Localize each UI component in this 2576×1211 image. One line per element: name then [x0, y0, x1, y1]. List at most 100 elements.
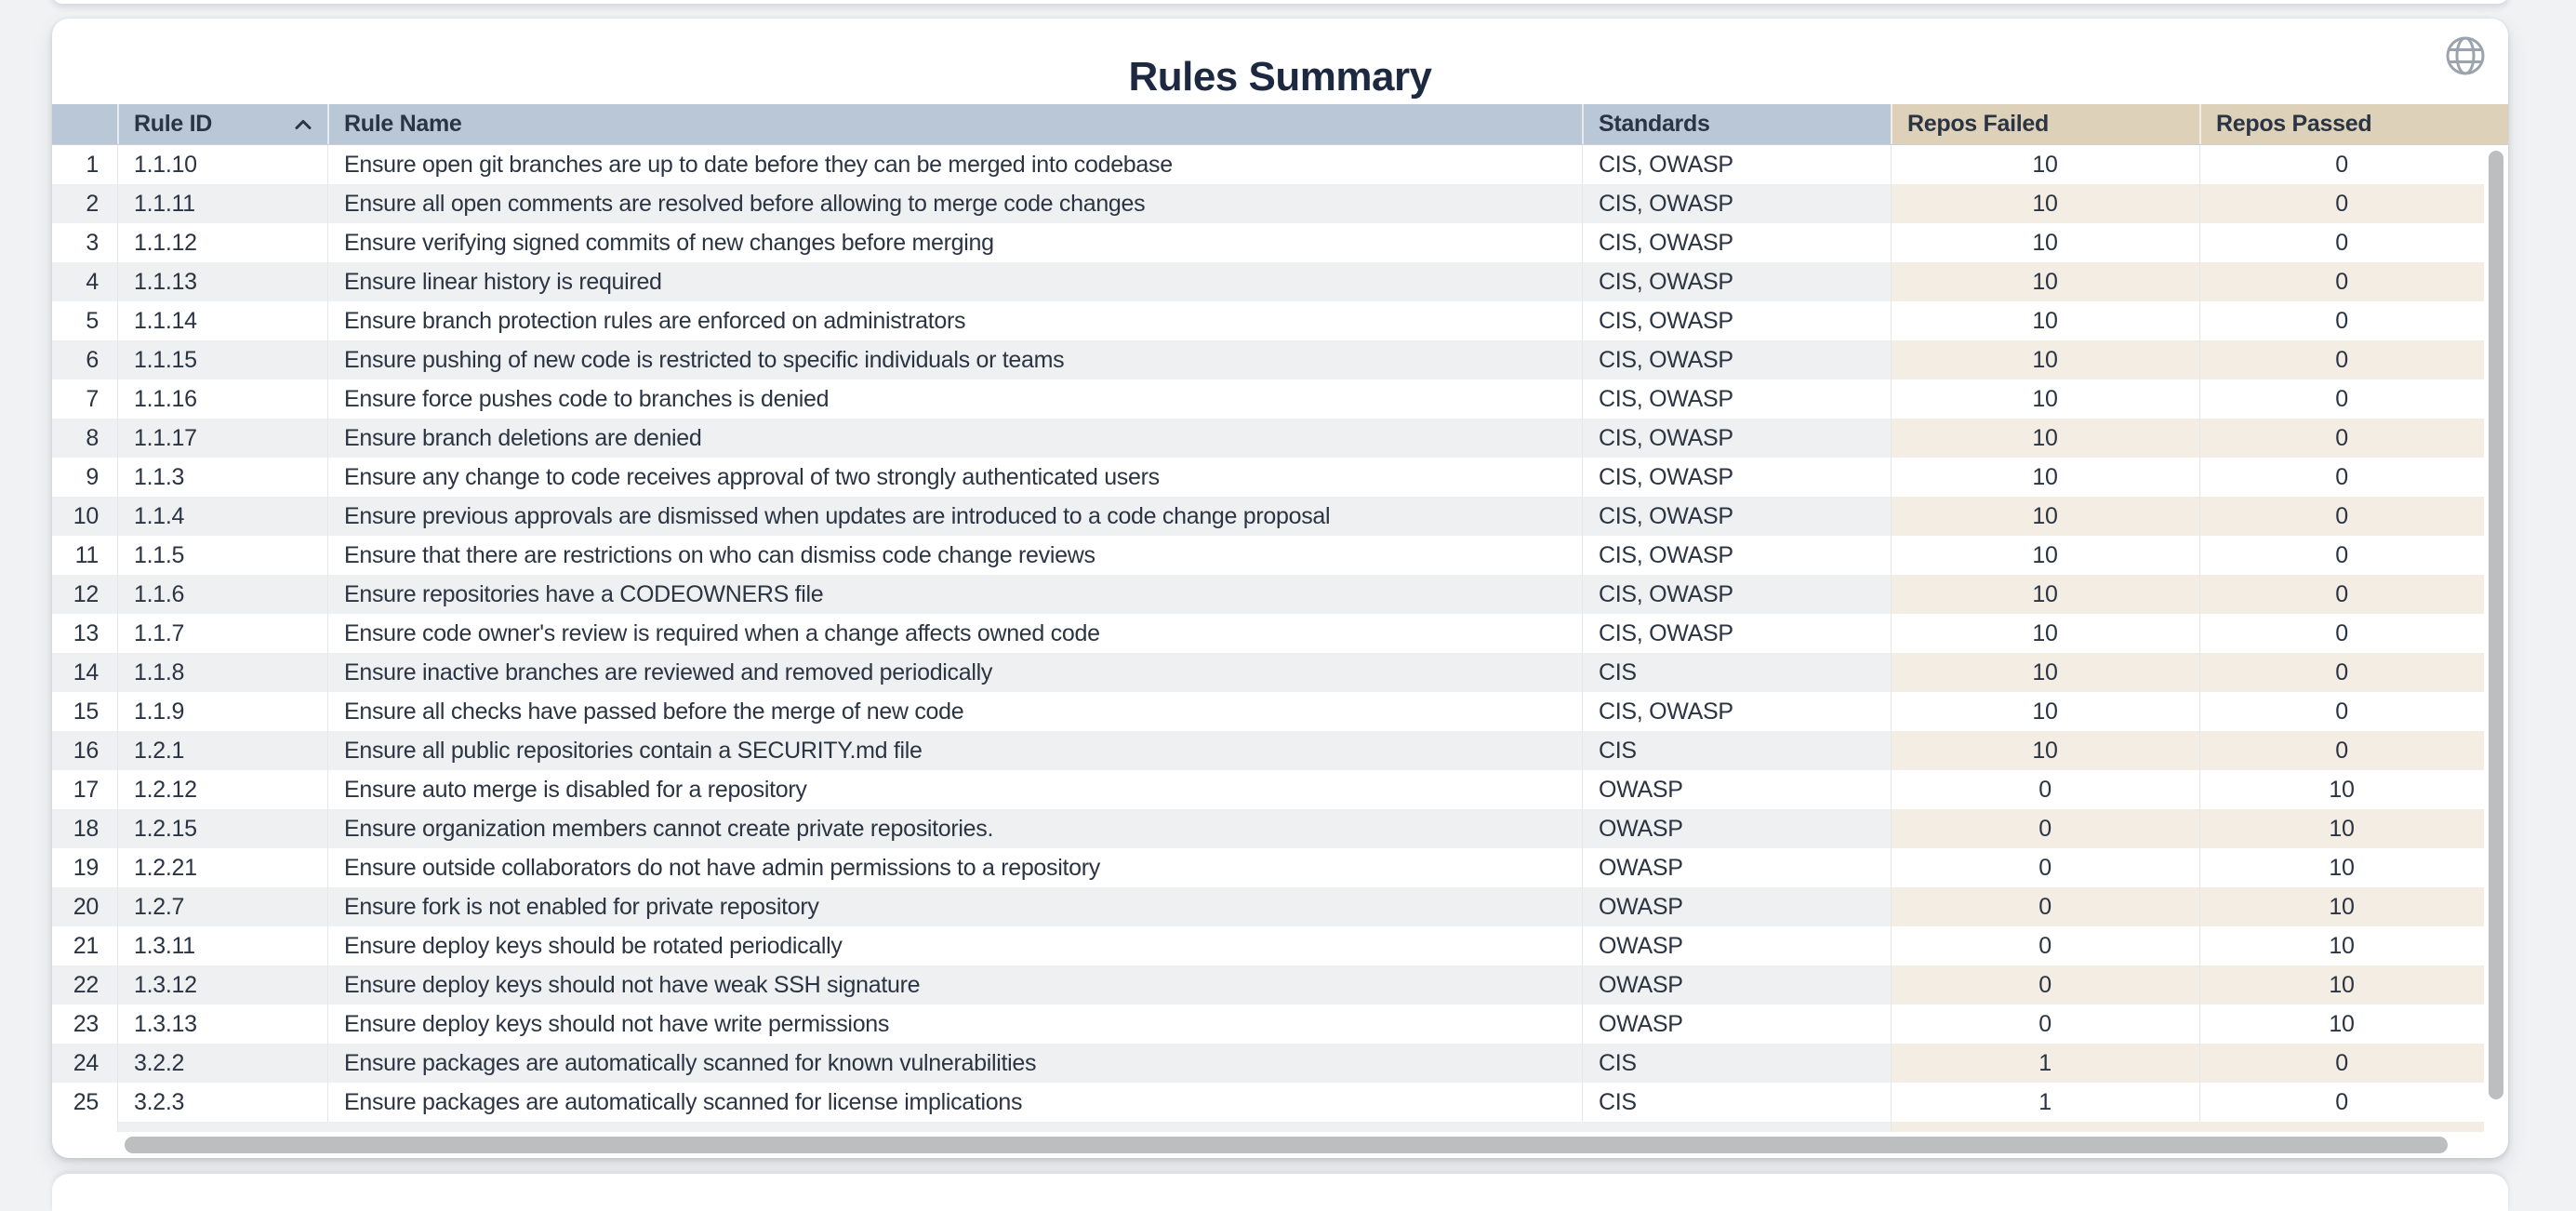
- cell-standards: CIS, OWASP: [1582, 301, 1891, 340]
- cell-repos_failed: 0: [1891, 770, 2199, 809]
- cell-repos_passed: 0: [2199, 575, 2484, 614]
- column-header-rule_name[interactable]: Rule Name: [327, 104, 1582, 145]
- cell-index: 18: [52, 809, 117, 848]
- cell-standards: OWASP: [1582, 848, 1891, 887]
- cell-repos_passed: 0: [2199, 458, 2484, 497]
- cell-rule_name: Ensure verifying signed commits of new c…: [327, 223, 1582, 262]
- cell-repos_passed: 0: [2199, 301, 2484, 340]
- table-row: 221.3.12Ensure deploy keys should not ha…: [52, 965, 2484, 1005]
- cell-repos_passed: 10: [2199, 770, 2484, 809]
- cell-standards: CIS, OWASP: [1582, 536, 1891, 575]
- cell-index: 7: [52, 379, 117, 419]
- cell-repos_failed: 10: [1891, 731, 2199, 770]
- column-header-standards[interactable]: Standards: [1582, 104, 1891, 145]
- table-row: 71.1.16Ensure force pushes code to branc…: [52, 379, 2484, 419]
- cell-repos_passed: 0: [2199, 653, 2484, 692]
- cell-repos_failed: 10: [1891, 262, 2199, 301]
- cell-repos_failed: 0: [1891, 809, 2199, 848]
- cell-rule_name: Ensure deploy keys should not have write…: [327, 1005, 1582, 1044]
- cell-rule_name: Ensure any change to code receives appro…: [327, 458, 1582, 497]
- cell-index: 25: [52, 1083, 117, 1122]
- cell-rule_name: Ensure inactive branches are reviewed an…: [327, 653, 1582, 692]
- table-row: 31.1.12Ensure verifying signed commits o…: [52, 223, 2484, 262]
- cell-repos_failed: 1: [1891, 1083, 2199, 1122]
- next-card-edge: [52, 1174, 2508, 1211]
- cell-standards: CIS: [1582, 731, 1891, 770]
- cell-standards: OWASP: [1582, 887, 1891, 926]
- cell-index: 12: [52, 575, 117, 614]
- cell-index: 5: [52, 301, 117, 340]
- cell-standards: OWASP: [1582, 926, 1891, 965]
- cell-repos_passed: 10: [2199, 1005, 2484, 1044]
- table-row: 243.2.2Ensure packages are automatically…: [52, 1044, 2484, 1083]
- column-header-repos_failed[interactable]: Repos Failed: [1891, 104, 2199, 145]
- table-row: 91.1.3Ensure any change to code receives…: [52, 458, 2484, 497]
- cell-standards: CIS: [1582, 1083, 1891, 1122]
- column-header-repos_passed[interactable]: Repos Passed: [2199, 104, 2508, 145]
- horizontal-scrollbar-thumb[interactable]: [125, 1137, 2448, 1153]
- cell-repos_passed: 0: [2199, 379, 2484, 419]
- cell-rule_id: 3.2.3: [117, 1083, 327, 1122]
- cell-rule_id: 1.2.21: [117, 848, 327, 887]
- cell-rule_name: Ensure code owner's review is required w…: [327, 614, 1582, 653]
- cell-rule_name: Ensure fork is not enabled for private r…: [327, 887, 1582, 926]
- cell-repos_passed: 10: [2199, 926, 2484, 965]
- cell-repos_passed: 10: [2199, 887, 2484, 926]
- cell-rule_id: 1.1.9: [117, 692, 327, 731]
- cell-repos_passed: 0: [2199, 1044, 2484, 1083]
- cell-index: 17: [52, 770, 117, 809]
- cell-rule_name: Ensure open git branches are up to date …: [327, 145, 1582, 184]
- cell-rule_id: 1.3.11: [117, 926, 327, 965]
- cell-rule_name: Ensure packages are automatically scanne…: [327, 1083, 1582, 1122]
- cell-rule_id: 1.1.10: [117, 145, 327, 184]
- cell-repos_failed: 0: [1891, 887, 2199, 926]
- vertical-scrollbar-thumb[interactable]: [2489, 151, 2503, 1099]
- table-row: 253.2.3Ensure packages are automatically…: [52, 1083, 2484, 1122]
- cell-rule_name: Ensure force pushes code to branches is …: [327, 379, 1582, 419]
- cell-rule_id: 1.2.12: [117, 770, 327, 809]
- cell-repos_passed: 10: [2199, 848, 2484, 887]
- cell-repos_passed: 0: [2199, 145, 2484, 184]
- table-body: 11.1.10Ensure open git branches are up t…: [52, 145, 2484, 1122]
- cell-index: 13: [52, 614, 117, 653]
- table-row: 131.1.7Ensure code owner's review is req…: [52, 614, 2484, 653]
- globe-button[interactable]: [2441, 32, 2490, 80]
- cell-index: 21: [52, 926, 117, 965]
- cell-rule_id: 1.2.15: [117, 809, 327, 848]
- cell-index: 1: [52, 145, 117, 184]
- cell-repos_passed: 0: [2199, 692, 2484, 731]
- column-header-rule_id[interactable]: Rule ID: [117, 104, 327, 145]
- cell-index: 24: [52, 1044, 117, 1083]
- cell-repos_failed: 10: [1891, 458, 2199, 497]
- cell-rule_id: 1.1.4: [117, 497, 327, 536]
- cell-standards: CIS, OWASP: [1582, 262, 1891, 301]
- cell-rule_id: 1.2.1: [117, 731, 327, 770]
- cell-repos_failed: 10: [1891, 145, 2199, 184]
- cell-repos_failed: 0: [1891, 926, 2199, 965]
- cell-repos_passed: 0: [2199, 614, 2484, 653]
- table-row: 181.2.15Ensure organization members cann…: [52, 809, 2484, 848]
- cell-standards: CIS, OWASP: [1582, 614, 1891, 653]
- cell-index: 3: [52, 223, 117, 262]
- cell-index: 14: [52, 653, 117, 692]
- cell-rule_name: Ensure branch protection rules are enfor…: [327, 301, 1582, 340]
- cell-repos_failed: 10: [1891, 223, 2199, 262]
- cell-rule_name: Ensure pushing of new code is restricted…: [327, 340, 1582, 379]
- page-title: Rules Summary: [52, 54, 2508, 100]
- cell-repos_failed: 10: [1891, 184, 2199, 223]
- cell-repos_failed: 10: [1891, 301, 2199, 340]
- cell-repos_passed: 0: [2199, 184, 2484, 223]
- cell-rule_name: Ensure that there are restrictions on wh…: [327, 536, 1582, 575]
- cell-repos_failed: 10: [1891, 536, 2199, 575]
- cell-repos_passed: 0: [2199, 223, 2484, 262]
- column-header-index[interactable]: [52, 104, 117, 145]
- cell-rule_name: Ensure organization members cannot creat…: [327, 809, 1582, 848]
- partial-warm-cells: [1891, 1122, 2484, 1132]
- cell-rule_id: 1.3.12: [117, 965, 327, 1005]
- cell-rule_name: Ensure deploy keys should not have weak …: [327, 965, 1582, 1005]
- cell-rule_id: 1.1.6: [117, 575, 327, 614]
- cell-index: 22: [52, 965, 117, 1005]
- table-row: 121.1.6Ensure repositories have a CODEOW…: [52, 575, 2484, 614]
- cell-repos_passed: 0: [2199, 340, 2484, 379]
- sort-ascending-icon: [294, 119, 312, 130]
